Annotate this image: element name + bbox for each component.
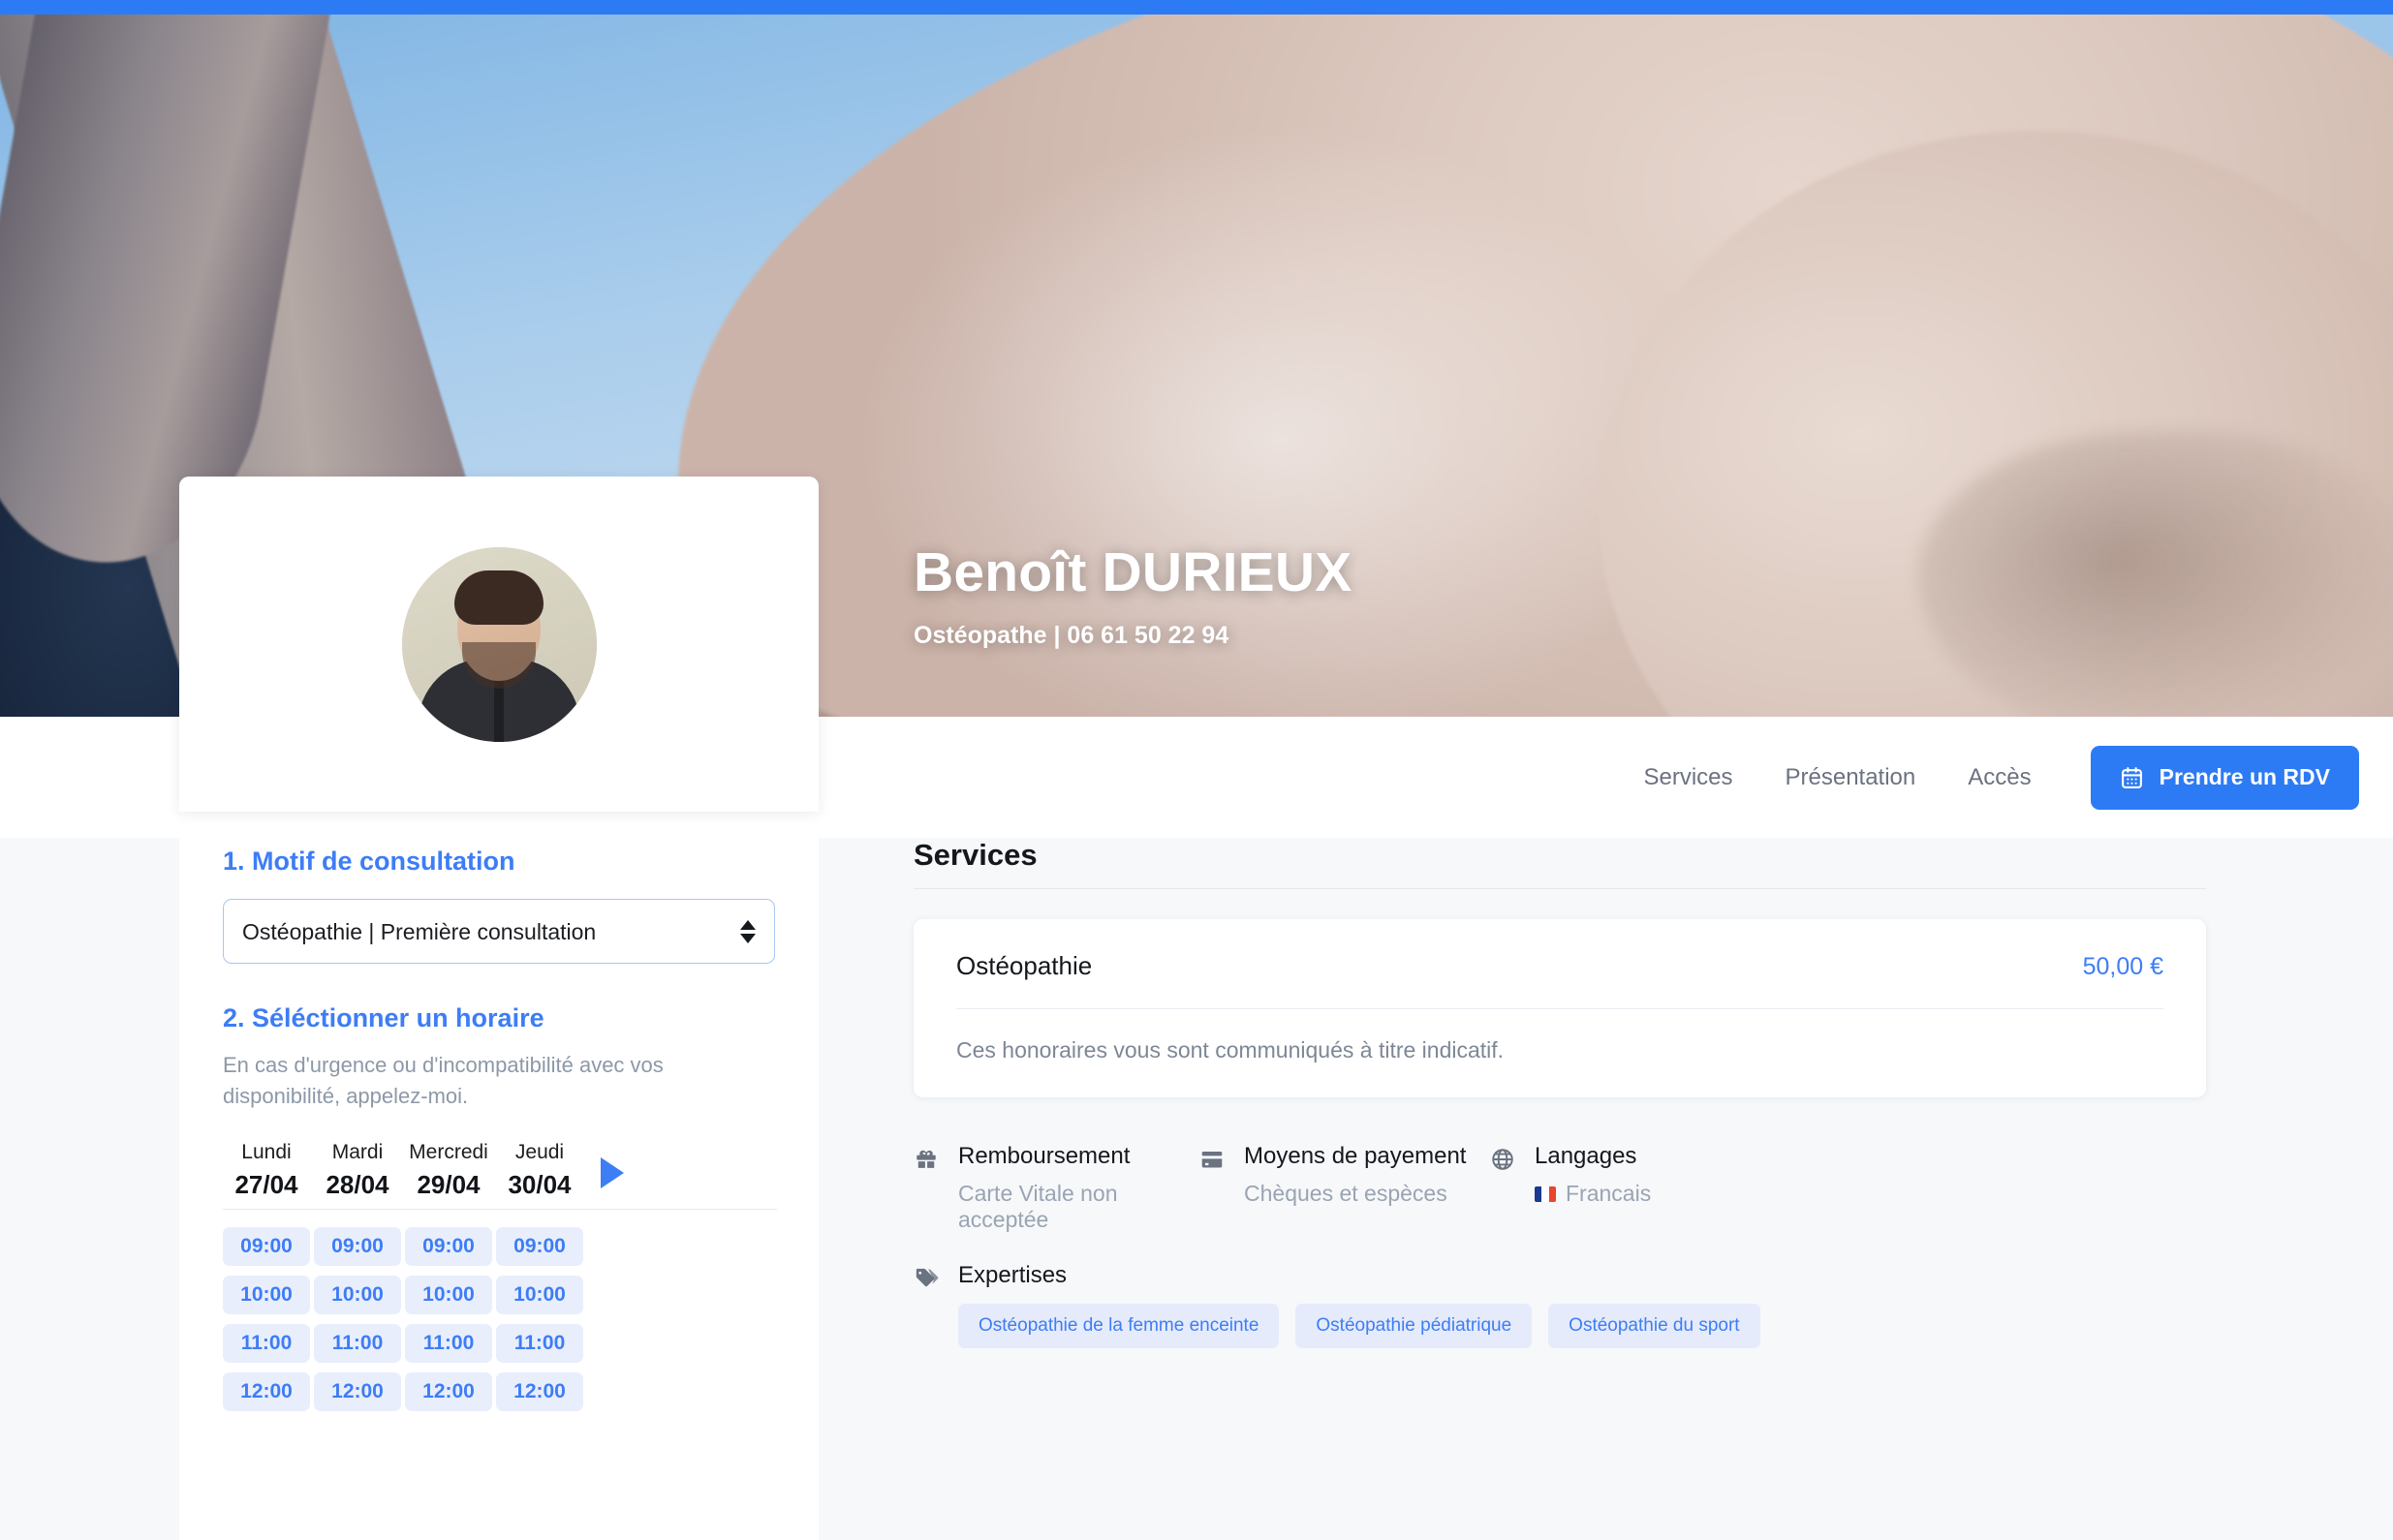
top-accent-bar xyxy=(0,0,2393,15)
day-name: Jeudi xyxy=(514,1140,565,1163)
time-slot[interactable]: 12:00 xyxy=(314,1371,401,1411)
info-label: Moyens de payement xyxy=(1244,1143,1467,1169)
time-slot[interactable]: 10:00 xyxy=(223,1275,310,1314)
info-text-block: Moyens de payement Chèques et espèces xyxy=(1244,1143,1466,1233)
info-label: Langages xyxy=(1535,1143,1637,1169)
time-slot[interactable]: 09:00 xyxy=(496,1226,583,1266)
info-label: Remboursement xyxy=(958,1143,1131,1169)
info-text-block: Langages Francais xyxy=(1535,1143,1651,1233)
day-name: Mardi xyxy=(331,1140,384,1163)
booking-panel: 1. Motif de consultation Ostéopathie | P… xyxy=(179,812,819,1540)
prendre-rdv-button[interactable]: Prendre un RDV xyxy=(2090,745,2359,810)
time-slot[interactable]: 12:00 xyxy=(405,1371,492,1411)
gift-icon xyxy=(914,1143,940,1233)
chevron-right-icon[interactable] xyxy=(601,1156,624,1188)
calendar-icon xyxy=(2120,765,2144,790)
time-slot[interactable]: 10:00 xyxy=(314,1275,401,1314)
time-slot[interactable]: 12:00 xyxy=(496,1371,583,1411)
expertise-tag[interactable]: Ostéopathie de la femme enceinte xyxy=(958,1304,1280,1348)
day-date: 27/04 xyxy=(234,1169,298,1199)
time-slot[interactable]: 12:00 xyxy=(223,1371,310,1411)
info-text-block: Remboursement Carte Vitale non acceptée xyxy=(958,1143,1199,1233)
french-flag-icon xyxy=(1535,1186,1556,1202)
nav-link-services[interactable]: Services xyxy=(1617,764,1758,791)
credit-card-icon xyxy=(1199,1143,1226,1233)
main-content: Services Ostéopathie 50,00 € Ces honorai… xyxy=(914,838,2212,1348)
info-langages: Langages Francais xyxy=(1490,1143,1800,1233)
info-value: Carte Vitale non acceptée xyxy=(958,1181,1118,1232)
services-card: Ostéopathie 50,00 € Ces honoraires vous … xyxy=(914,919,2206,1097)
globe-icon xyxy=(1490,1143,1516,1233)
info-moyens-de-payement: Moyens de payement Chèques et espèces xyxy=(1199,1143,1490,1233)
info-value: Francais xyxy=(1566,1181,1652,1206)
hero-text-block: Benoît DURIEUX Ostéopathe | 06 61 50 22 … xyxy=(914,542,1352,650)
time-slot[interactable]: 10:00 xyxy=(405,1275,492,1314)
services-section-title: Services xyxy=(914,838,1038,872)
motif-select[interactable]: Ostéopathie | Première consultation xyxy=(223,899,775,964)
service-divider xyxy=(956,1008,2163,1009)
day-column-0[interactable]: Lundi 27/04 xyxy=(223,1141,310,1200)
time-slot[interactable]: 09:00 xyxy=(223,1226,310,1266)
time-slot[interactable]: 11:00 xyxy=(405,1323,492,1363)
days-divider xyxy=(223,1208,777,1210)
avatar xyxy=(401,546,597,742)
booking-step1-title: 1. Motif de consultation xyxy=(223,847,515,876)
service-row: Ostéopathie 50,00 € xyxy=(956,951,2163,981)
expertises-label: Expertises xyxy=(958,1262,1068,1288)
expertises-text-block: Expertises Ostéopathie de la femme encei… xyxy=(958,1262,1760,1348)
profile-card xyxy=(179,477,819,812)
service-name: Ostéopathie xyxy=(956,951,1093,980)
info-remboursement: Remboursement Carte Vitale non acceptée xyxy=(914,1143,1199,1233)
info-value: Chèques et espèces xyxy=(1244,1181,1447,1206)
booking-help-text: En cas d'urgence ou d'incompatibilité av… xyxy=(223,1053,664,1108)
services-note: Ces honoraires vous sont communiqués à t… xyxy=(956,1037,1505,1063)
time-slot[interactable]: 10:00 xyxy=(496,1275,583,1314)
practitioner-subtitle: Ostéopathe | 06 61 50 22 94 xyxy=(914,621,1229,649)
expertise-tag[interactable]: Ostéopathie du sport xyxy=(1548,1304,1760,1348)
day-date: 29/04 xyxy=(417,1169,481,1199)
hero-shadow-fold xyxy=(1918,431,2393,717)
day-header-row: Lundi 27/04 Mardi 28/04 Mercredi 29/04 J… xyxy=(223,1141,775,1200)
motif-select-wrapper: Ostéopathie | Première consultation xyxy=(223,899,775,964)
time-slot[interactable]: 09:00 xyxy=(405,1226,492,1266)
time-slot[interactable]: 11:00 xyxy=(314,1323,401,1363)
booking-step2-title: 2. Séléctionner un horaire xyxy=(223,1003,544,1032)
day-name: Lundi xyxy=(241,1140,292,1163)
time-slot[interactable]: 11:00 xyxy=(223,1323,310,1363)
expertise-tag-list: Ostéopathie de la femme enceinte Ostéopa… xyxy=(958,1304,1760,1348)
avatar-hair xyxy=(454,570,544,625)
time-slot-grid: 09:00 09:00 09:00 09:00 10:00 10:00 10:0… xyxy=(223,1226,775,1411)
service-price: 50,00 € xyxy=(2082,953,2163,980)
expertises-block: Expertises Ostéopathie de la femme encei… xyxy=(914,1262,2212,1348)
time-slot[interactable]: 09:00 xyxy=(314,1226,401,1266)
day-date: 28/04 xyxy=(326,1169,389,1199)
expertise-tag[interactable]: Ostéopathie pédiatrique xyxy=(1295,1304,1533,1348)
tag-icon xyxy=(914,1262,940,1348)
day-column-3[interactable]: Jeudi 30/04 xyxy=(496,1141,583,1200)
day-name: Mercredi xyxy=(409,1140,488,1163)
services-divider xyxy=(914,888,2206,889)
day-column-2[interactable]: Mercredi 29/04 xyxy=(405,1141,492,1200)
practitioner-name: Benoît DURIEUX xyxy=(914,541,1352,603)
prendre-rdv-label: Prendre un RDV xyxy=(2159,764,2330,789)
info-value-wrapper: Francais xyxy=(1535,1181,1651,1207)
nav-link-presentation[interactable]: Présentation xyxy=(1759,764,1942,791)
day-date: 30/04 xyxy=(508,1169,572,1199)
nav-links-group: Services Présentation Accès Prendre un R… xyxy=(1617,717,2359,838)
day-column-1[interactable]: Mardi 28/04 xyxy=(314,1141,401,1200)
nav-link-acces[interactable]: Accès xyxy=(1942,764,2057,791)
time-slot[interactable]: 11:00 xyxy=(496,1323,583,1363)
info-row: Remboursement Carte Vitale non acceptée … xyxy=(914,1143,2212,1233)
